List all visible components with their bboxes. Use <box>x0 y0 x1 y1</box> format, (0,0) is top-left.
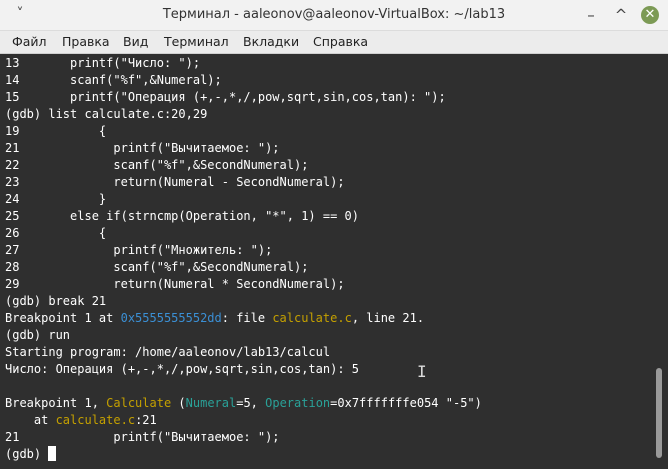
terminal-line: Starting program: /home/aaleonov/lab13/c… <box>5 344 330 361</box>
terminal-text: (gdb) list calculate.c:20,29 <box>5 107 208 121</box>
terminal-text: Operation <box>265 396 331 410</box>
menu-bar: Файл Правка Вид Терминал Вкладки Справка <box>0 31 668 54</box>
terminal-line: 25 else if(strncmp(Operation, "*", 1) ==… <box>5 208 359 225</box>
terminal-output[interactable]: 13 printf("Число: "); 14 scanf("%f",&Nume… <box>0 54 652 469</box>
terminal-line: 23 return(Numeral - SecondNumeral); <box>5 174 345 191</box>
menu-view[interactable]: Вид <box>123 34 148 49</box>
terminal-line: 26 { <box>5 225 106 242</box>
terminal-text: 21 printf("Вычитаемое: "); <box>5 430 280 444</box>
terminal-text: 0x5555555552dd <box>120 311 222 325</box>
terminal-text: Breakpoint 1 at <box>5 311 121 325</box>
terminal-text: calculate.c <box>55 413 136 427</box>
menu-terminal[interactable]: Терминал <box>164 34 229 49</box>
terminal-text: 19 { <box>5 124 107 138</box>
window-title: Терминал - aaleonov@aaleonov-VirtualBox:… <box>162 7 506 22</box>
terminal-text: Breakpoint 1, <box>5 396 107 410</box>
terminal-line: at calculate.c:21 <box>5 412 157 429</box>
terminal-line: 27 printf("Множитель: "); <box>5 242 272 259</box>
menu-edit[interactable]: Правка <box>62 34 110 49</box>
terminal-text: at <box>5 413 56 427</box>
terminal-text: 28 scanf("%f",&SecondNumeral); <box>5 260 309 274</box>
minimize-button[interactable]: – <box>582 6 600 24</box>
menu-file[interactable]: Файл <box>12 34 47 49</box>
terminal-line: 21 printf("Вычитаемое: "); <box>5 429 280 446</box>
terminal-text: 26 { <box>5 226 107 240</box>
terminal-text: 25 else if(strncmp(Operation, "*", 1) ==… <box>5 209 360 223</box>
terminal-text: (gdb) run <box>5 328 71 342</box>
close-button[interactable]: ✕ <box>641 6 659 24</box>
terminal-line: (gdb) list calculate.c:20,29 <box>5 106 207 123</box>
terminal-text: : file <box>221 311 273 325</box>
terminal-line: 22 scanf("%f",&SecondNumeral); <box>5 157 308 174</box>
terminal-text: :21 <box>135 413 157 427</box>
terminal-line: 28 scanf("%f",&SecondNumeral); <box>5 259 308 276</box>
terminal-text: 23 return(Numeral - SecondNumeral); <box>5 175 345 189</box>
terminal-line: Число: Операция (+,-,*,/,pow,sqrt,sin,co… <box>5 361 359 378</box>
menu-help[interactable]: Справка <box>313 34 368 49</box>
terminal-line: 13 printf("Число: "); <box>5 55 200 72</box>
terminal-line: 19 { <box>5 123 106 140</box>
terminal-text: Число: Операция (+,-,*,/,pow,sqrt,sin,co… <box>5 362 360 376</box>
terminal-text: calculate.c <box>272 311 352 325</box>
terminal-text: (gdb) <box>5 447 49 461</box>
terminal-line: 29 return(Numeral * SecondNumeral); <box>5 276 345 293</box>
terminal-text: (gdb) break 21 <box>5 294 107 308</box>
terminal-line: 15 printf("Операция (+,-,*,/,pow,sqrt,si… <box>5 89 446 106</box>
terminal-text: =5, <box>236 396 266 410</box>
terminal-text: 22 scanf("%f",&SecondNumeral); <box>5 158 309 172</box>
terminal-line: Breakpoint 1, Calculate (Numeral=5, Oper… <box>5 395 482 412</box>
scrollbar-thumb[interactable] <box>656 368 662 458</box>
terminal-window: ˅ Терминал - aaleonov@aaleonov-VirtualBo… <box>0 0 668 469</box>
terminal-text: 14 scanf("%f",&Numeral); <box>5 73 222 87</box>
terminal-text: 29 return(Numeral * SecondNumeral); <box>5 277 345 291</box>
terminal-text: Calculate <box>106 396 172 410</box>
terminal-text: ( <box>171 396 186 410</box>
terminal-text: 15 printf("Операция (+,-,*,/,pow,sqrt,si… <box>5 90 446 104</box>
title-bar[interactable]: ˅ Терминал - aaleonov@aaleonov-VirtualBo… <box>0 0 668 31</box>
terminal-text: , line 21. <box>351 311 425 325</box>
terminal-cursor <box>48 446 57 461</box>
terminal-line: (gdb) <box>5 446 57 463</box>
terminal-line: Breakpoint 1 at 0x5555555552dd: file cal… <box>5 310 424 327</box>
terminal-text: =0x7fffffffe054 "-5") <box>330 396 482 410</box>
terminal-text: 21 printf("Вычитаемое: "); <box>5 141 280 155</box>
terminal-line: 24 } <box>5 191 106 208</box>
maximize-button[interactable]: ^ <box>612 6 630 24</box>
terminal-line: 21 printf("Вычитаемое: "); <box>5 140 280 157</box>
terminal-line: (gdb) break 21 <box>5 293 106 310</box>
terminal-line: 14 scanf("%f",&Numeral); <box>5 72 222 89</box>
terminal-text: Numeral <box>185 396 237 410</box>
text-cursor-icon: I <box>417 362 427 381</box>
terminal-text: 27 printf("Множитель: "); <box>5 243 273 257</box>
terminal-line: (gdb) run <box>5 327 70 344</box>
menu-tabs[interactable]: Вкладки <box>243 34 299 49</box>
terminal-text: 24 } <box>5 192 107 206</box>
terminal-text: Starting program: /home/aaleonov/lab13/c… <box>5 345 331 359</box>
terminal-text: 13 printf("Число: "); <box>5 56 201 70</box>
